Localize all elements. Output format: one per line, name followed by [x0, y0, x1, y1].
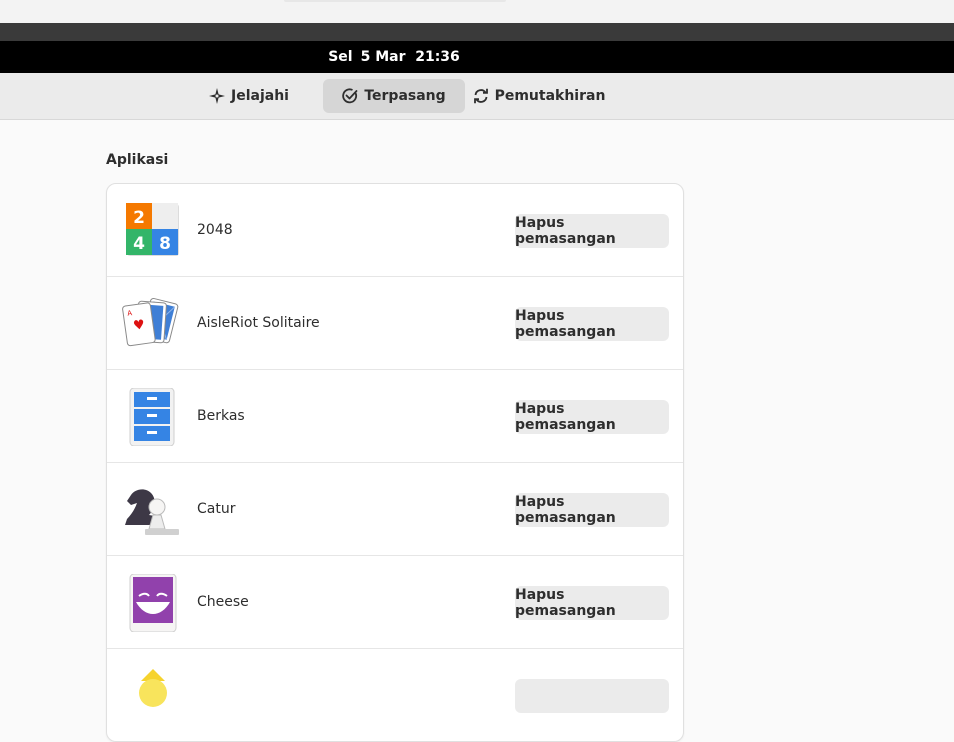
tab-jelajahi[interactable]: Jelajahi	[200, 79, 298, 113]
check-circle-icon	[342, 88, 358, 104]
tab-jelajahi-label: Jelajahi	[231, 88, 289, 104]
app-name: Berkas	[197, 408, 245, 424]
window-top-strip	[0, 0, 954, 23]
tab-pemutakhiran[interactable]: Pemutakhiran	[473, 79, 606, 113]
list-item[interactable]	[107, 649, 683, 741]
2048-icon: 2 4 8	[121, 202, 181, 260]
refresh-icon	[473, 88, 489, 104]
sun-icon	[121, 667, 181, 725]
clock-day: Sel	[328, 49, 353, 65]
cards-icon: A ♥	[121, 295, 181, 353]
uninstall-button[interactable]: Hapus pemasangan	[515, 307, 669, 341]
explore-icon	[209, 88, 226, 104]
list-item[interactable]: 2 4 8 2048 Hapus pemasangan	[107, 184, 683, 277]
app-name: 2048	[197, 222, 233, 238]
svg-text:4: 4	[133, 234, 145, 254]
app-name: Catur	[197, 501, 236, 517]
window-top-nub	[284, 0, 506, 2]
list-item[interactable]: Catur Hapus pemasangan	[107, 463, 683, 556]
window-shadow-band	[0, 23, 954, 41]
tab-pemutakhiran-label: Pemutakhiran	[494, 88, 606, 104]
uninstall-button[interactable]: Hapus pemasangan	[515, 214, 669, 248]
tab-terpasang-label: Terpasang	[364, 88, 446, 104]
uninstall-button[interactable]: Hapus pemasangan	[515, 400, 669, 434]
app-name: Cheese	[197, 594, 249, 610]
system-top-bar: Sel 5 Mar 21:36	[0, 41, 954, 73]
svg-text:2: 2	[133, 208, 145, 228]
list-item[interactable]: Berkas Hapus pemasangan	[107, 370, 683, 463]
cheese-icon	[121, 573, 181, 633]
svg-text:♥: ♥	[132, 318, 146, 334]
app-list: 2 4 8 2048 Hapus pemasangan A ♥ AisleRiot…	[106, 183, 684, 742]
svg-text:8: 8	[159, 234, 171, 254]
file-cabinet-icon	[121, 387, 181, 447]
app-name: AisleRiot Solitaire	[197, 315, 320, 331]
chess-icon	[121, 481, 181, 539]
clock-datetime: 5 Mar 21:36	[360, 49, 460, 65]
header-bar: Jelajahi Terpasang Pemutakhiran	[0, 73, 954, 120]
list-item[interactable]: Cheese Hapus pemasangan	[107, 556, 683, 649]
clock[interactable]: Sel 5 Mar 21:36	[0, 41, 788, 73]
section-title: Aplikasi	[106, 152, 169, 168]
uninstall-button[interactable]: Hapus pemasangan	[515, 493, 669, 527]
uninstall-button[interactable]	[515, 679, 669, 713]
tab-terpasang[interactable]: Terpasang	[323, 79, 465, 113]
uninstall-button[interactable]: Hapus pemasangan	[515, 586, 669, 620]
list-item[interactable]: A ♥ AisleRiot Solitaire Hapus pemasangan	[107, 277, 683, 370]
